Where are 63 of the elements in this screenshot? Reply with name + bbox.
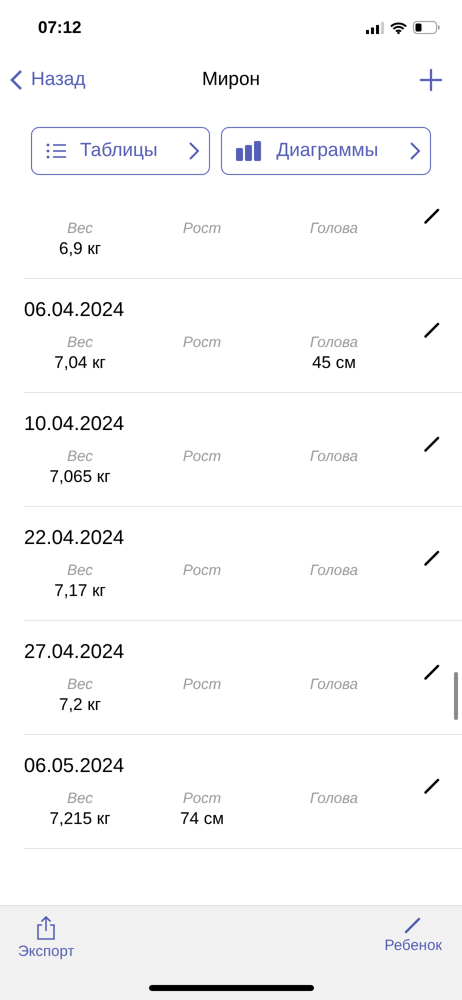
entry-date: 27.04.2024 — [24, 640, 126, 665]
edit-button[interactable] — [424, 550, 440, 566]
plus-icon — [420, 69, 442, 91]
pencil-icon — [424, 664, 440, 680]
metric-label: Голова — [310, 676, 358, 694]
scroll-indicator — [454, 672, 458, 720]
metric-label: Вес — [67, 676, 93, 694]
entry-date: 06.04.2024 — [24, 298, 126, 323]
metric-label: Вес — [67, 448, 93, 466]
metric-label: Вес — [67, 220, 93, 238]
status-time: 07:12 — [38, 18, 82, 38]
edit-button[interactable] — [424, 322, 440, 338]
pencil-icon — [424, 550, 440, 566]
metric-label: Голова — [310, 448, 358, 466]
screen-title: Мирон — [202, 69, 260, 91]
metric-value: 7,2 кг — [59, 694, 101, 716]
edit-button[interactable] — [424, 208, 440, 224]
metric-value: 7,065 кг — [50, 466, 110, 488]
shortcut-button[interactable]: Диаграммы — [221, 127, 431, 175]
chevron-left-icon — [10, 69, 23, 91]
battery-icon — [413, 21, 440, 34]
toolbar-button[interactable]: Экспорт — [18, 916, 74, 960]
metric-label: Вес — [67, 790, 93, 808]
list-icon — [46, 143, 66, 159]
add-button[interactable] — [420, 69, 442, 91]
entry-date: 10.04.2024 — [24, 412, 126, 437]
metric-label: Рост — [182, 676, 222, 694]
wifi-icon — [390, 22, 407, 34]
signal-icon — [366, 22, 384, 34]
pencil-icon — [424, 322, 440, 338]
metric-label: Рост — [182, 448, 222, 466]
metric-value: 7,17 кг — [54, 580, 106, 602]
pencil-icon — [424, 208, 440, 224]
chevron-right-icon — [189, 142, 200, 160]
back-link[interactable]: Назад — [10, 69, 86, 91]
metric-label: Рост — [182, 220, 222, 238]
metric-label: Рост — [182, 790, 222, 808]
chevron-right-icon — [410, 142, 420, 160]
bar-chart-icon — [236, 141, 262, 161]
entry-date: 06.05.2024 — [24, 754, 126, 779]
pencil-icon — [424, 436, 440, 452]
metric-label: Вес — [67, 562, 93, 580]
metric-value: 7,04 кг — [54, 352, 106, 374]
entry-date: 22.04.2024 — [24, 526, 126, 551]
shortcut-button[interactable]: Таблицы — [31, 127, 210, 175]
share-icon — [36, 916, 56, 940]
pencil-icon — [424, 778, 440, 794]
metric-label: Рост — [182, 334, 222, 352]
metric-value: 45 см — [312, 352, 356, 374]
metric-value: 74 см — [180, 808, 224, 830]
edit-button[interactable] — [424, 664, 440, 680]
edit-button[interactable] — [424, 778, 440, 794]
toolbar-button[interactable]: Ребенок — [384, 916, 442, 960]
metric-label: Рост — [182, 562, 222, 580]
metric-label: Голова — [310, 790, 358, 808]
edit-button[interactable] — [424, 436, 440, 452]
pencil-icon — [404, 916, 422, 934]
metric-label: Голова — [310, 220, 358, 238]
metric-value: 7,215 кг — [50, 808, 110, 830]
metric-value: 6,9 кг — [59, 238, 101, 260]
metric-label: Голова — [310, 334, 358, 352]
metric-label: Вес — [67, 334, 93, 352]
metric-label: Голова — [310, 562, 358, 580]
